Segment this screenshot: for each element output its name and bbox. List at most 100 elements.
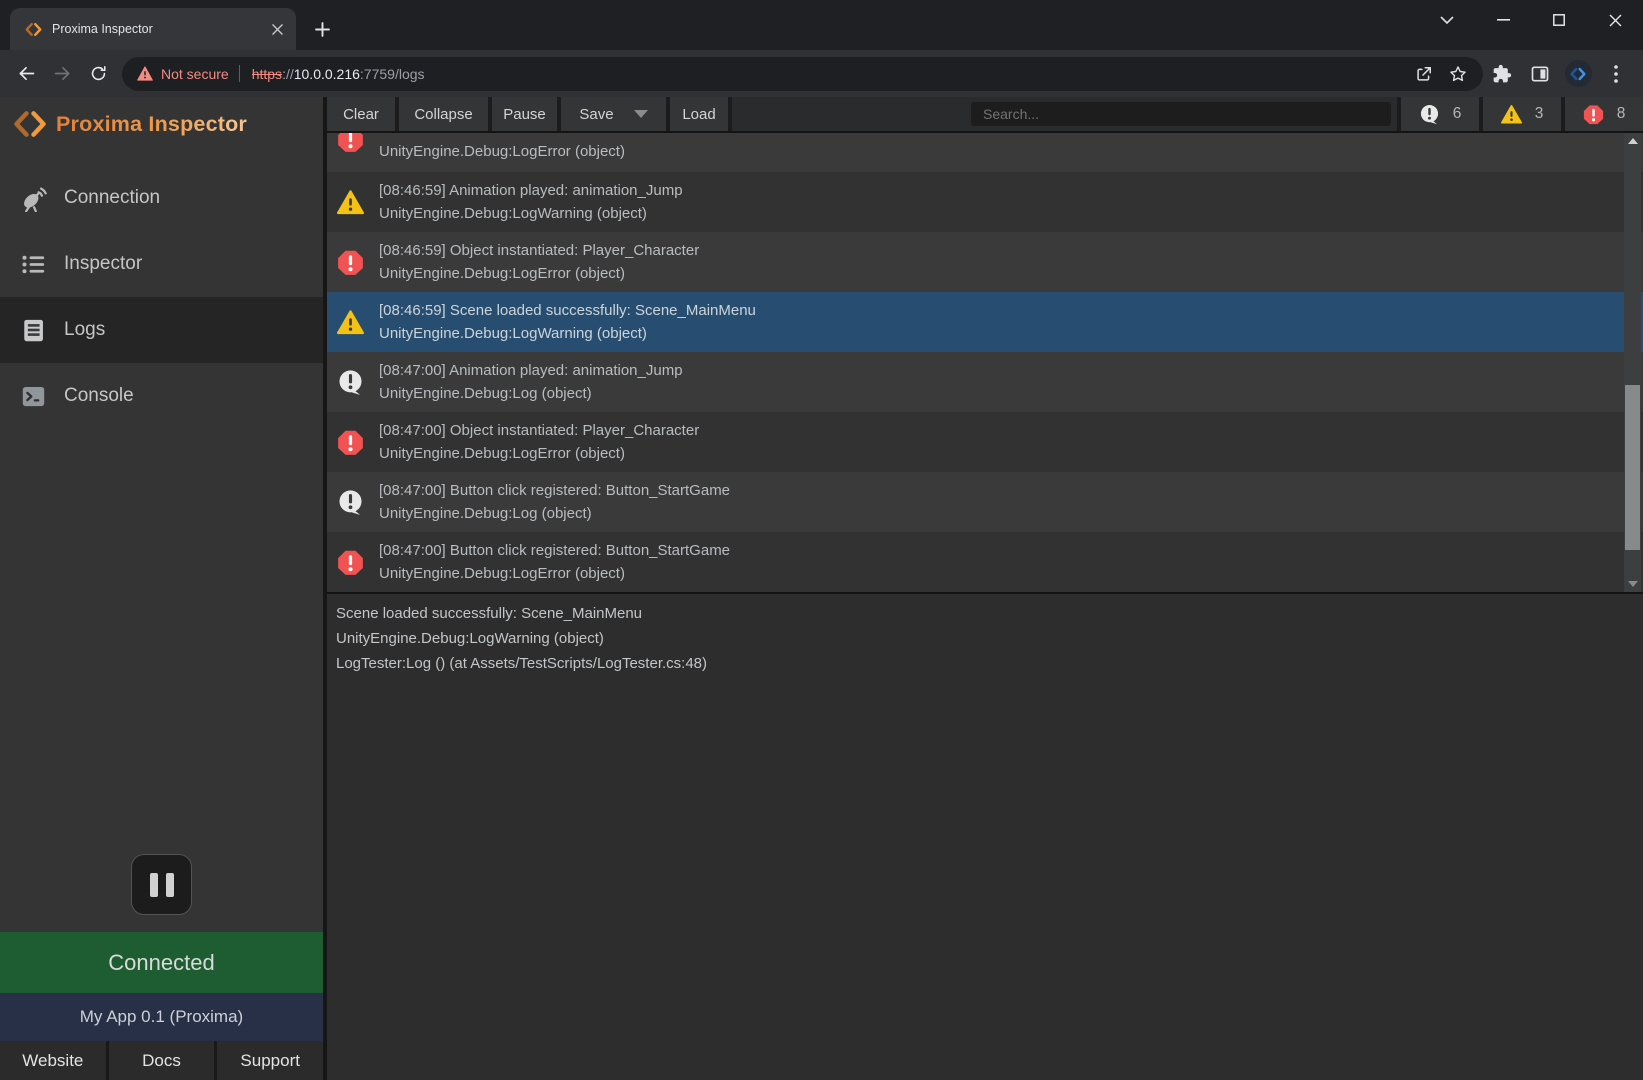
not-secure-label: Not secure (161, 66, 229, 82)
save-dropdown-caret-icon[interactable] (634, 110, 648, 118)
tab-search-chevron-icon[interactable] (1419, 0, 1475, 40)
footer-link-docs[interactable]: Docs (109, 1041, 215, 1080)
collapse-button[interactable]: Collapse (399, 97, 492, 131)
toolbar-button-label: Save (579, 106, 613, 123)
log-list: UnityEngine.Debug:LogError (object)[08:4… (327, 133, 1643, 592)
app-logo: Proxima Inspector (13, 107, 247, 141)
log-row[interactable]: [08:46:59] Object instantiated: Player_C… (327, 232, 1643, 292)
forward-button[interactable] (44, 56, 80, 92)
save-button[interactable]: Save (561, 97, 670, 131)
app-info-bar: My App 0.1 (Proxima) (0, 993, 323, 1041)
log-message: [08:47:00] Animation played: animation_J… (379, 359, 683, 382)
window-maximize-button[interactable] (1531, 0, 1587, 40)
log-message: [08:46:59] Scene loaded successfully: Sc… (379, 299, 756, 322)
url-text: https://10.0.0.216:7759/logs (252, 66, 425, 82)
logs-toolbar: Clear Collapse Pause Save Load 6 3 8 (327, 97, 1643, 133)
error-icon (1583, 104, 1604, 125)
window-minimize-button[interactable] (1475, 0, 1531, 40)
side-panel-icon[interactable] (1521, 54, 1559, 94)
log-row[interactable]: [08:46:59] Animation played: animation_J… (327, 172, 1643, 232)
sidebar-item-label: Connection (64, 187, 160, 209)
error-filter-button[interactable]: 8 (1561, 97, 1643, 131)
browser-tab-strip: Proxima Inspector (0, 0, 1643, 50)
log-row[interactable]: [08:47:00] Button click registered: Butt… (327, 532, 1643, 592)
url-path: :7759/logs (360, 66, 425, 82)
new-tab-button[interactable] (308, 15, 336, 43)
log-message: [08:46:59] Animation played: animation_J… (379, 179, 683, 202)
log-row[interactable]: [08:47:00] Animation played: animation_J… (327, 352, 1643, 412)
app-logo-text: Proxima Inspector (56, 112, 247, 137)
error-icon (337, 249, 364, 276)
scroll-down-arrow[interactable] (1624, 576, 1641, 592)
connection-icon (20, 185, 47, 212)
log-message: [08:47:00] Button click registered: Butt… (379, 479, 730, 502)
footer-link-support[interactable]: Support (217, 1041, 323, 1080)
logs-icon (20, 317, 47, 344)
error-icon (337, 133, 364, 153)
log-row[interactable]: UnityEngine.Debug:LogError (object) (327, 133, 1643, 172)
info-icon (1419, 104, 1440, 125)
sidebar: Proxima Inspector Connection Inspector Log… (0, 97, 323, 1080)
log-list-scrollbar[interactable] (1624, 133, 1641, 592)
profile-avatar[interactable] (1559, 54, 1597, 94)
browser-menu-kebab-icon[interactable] (1597, 54, 1635, 94)
scrollbar-thumb[interactable] (1625, 385, 1640, 550)
sidebar-item-label: Inspector (64, 253, 142, 275)
browser-address-bar-row: Not secure https://10.0.0.216:7759/logs (0, 50, 1643, 97)
log-row[interactable]: [08:47:00] Object instantiated: Player_C… (327, 412, 1643, 472)
extensions-puzzle-icon[interactable] (1483, 54, 1521, 94)
bookmark-star-icon[interactable] (1441, 57, 1475, 91)
log-stack-trace: UnityEngine.Debug:LogWarning (object) (379, 202, 683, 225)
reload-button[interactable] (80, 56, 116, 92)
inspector-icon (20, 251, 47, 278)
sidebar-item-label: Logs (64, 319, 105, 341)
error-icon (337, 549, 364, 576)
toolbar-button-label: Collapse (414, 106, 472, 123)
connection-status-badge: Connected (0, 932, 323, 993)
window-close-button[interactable] (1587, 0, 1643, 40)
warning-icon (337, 189, 364, 216)
omnibox-divider (239, 65, 240, 82)
info-icon (337, 489, 364, 516)
sidebar-item-inspector[interactable]: Inspector (0, 231, 323, 297)
warning-count: 3 (1535, 105, 1544, 123)
log-stack-trace: UnityEngine.Debug:LogError (object) (379, 262, 699, 285)
log-row[interactable]: [08:47:00] Button click registered: Butt… (327, 472, 1643, 532)
log-message: [08:47:00] Button click registered: Butt… (379, 539, 730, 562)
address-bar[interactable]: Not secure https://10.0.0.216:7759/logs (122, 57, 1483, 91)
warning-filter-button[interactable]: 3 (1479, 97, 1561, 131)
log-search-input[interactable] (971, 102, 1391, 126)
sidebar-item-connection[interactable]: Connection (0, 165, 323, 231)
info-filter-button[interactable]: 6 (1397, 97, 1479, 131)
window-controls (1419, 0, 1643, 40)
pause-icon (150, 873, 158, 897)
back-button[interactable] (8, 56, 44, 92)
share-icon[interactable] (1407, 57, 1441, 91)
warning-icon (337, 309, 364, 336)
info-icon (337, 369, 364, 396)
sidebar-item-console[interactable]: Console (0, 363, 323, 429)
sidebar-item-label: Console (64, 385, 134, 407)
browser-tab[interactable]: Proxima Inspector (10, 8, 296, 50)
toolbar-spacer (732, 97, 1397, 131)
scroll-up-arrow[interactable] (1624, 133, 1641, 149)
load-button[interactable]: Load (670, 97, 732, 131)
footer-link-website[interactable]: Website (0, 1041, 106, 1080)
toolbar-button-label: Load (682, 106, 715, 123)
url-scheme: https (252, 66, 282, 82)
sidebar-footer: WebsiteDocsSupport (0, 1041, 323, 1080)
browser-window: Proxima Inspector (0, 0, 1643, 1080)
detail-line: Scene loaded successfully: Scene_MainMen… (336, 601, 1643, 626)
tab-close-icon[interactable] (268, 20, 286, 38)
toolbar-button-label: Clear (343, 106, 379, 123)
clear-button[interactable]: Clear (327, 97, 399, 131)
error-count: 8 (1617, 105, 1626, 123)
log-row-selected[interactable]: [08:46:59] Scene loaded successfully: Sc… (327, 292, 1643, 352)
url-separator: :// (282, 66, 294, 82)
pause-stream-button[interactable] (131, 854, 192, 915)
sidebar-menu: Connection Inspector Logs Console (0, 165, 323, 429)
pause-button[interactable]: Pause (492, 97, 561, 131)
sidebar-item-logs[interactable]: Logs (0, 297, 323, 363)
log-stack-trace: UnityEngine.Debug:LogError (object) (379, 562, 730, 585)
log-stack-trace: UnityEngine.Debug:LogError (object) (379, 140, 625, 163)
